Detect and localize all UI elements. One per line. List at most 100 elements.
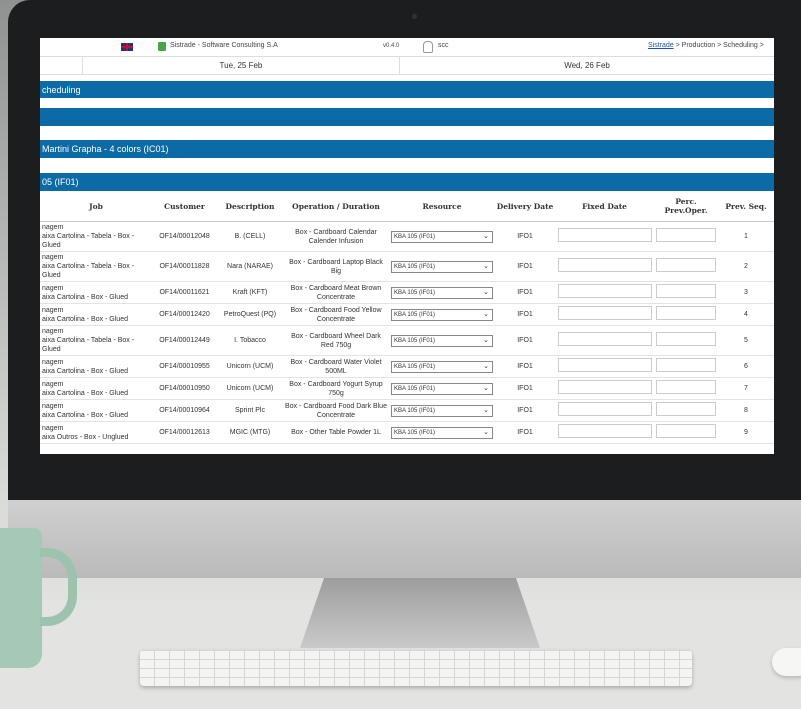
cell-customer: OF14/00011828 <box>152 251 217 282</box>
fixed-date-input[interactable] <box>557 258 652 272</box>
col-prev-seq[interactable]: Prev. Seq. <box>718 191 774 222</box>
col-description[interactable]: Description <box>217 191 283 222</box>
table-row[interactable]: nagem aixa Cartolina - Tabela - Box - Gl… <box>40 221 774 252</box>
resource-select[interactable]: KBA 105 (IF01) ⌄ <box>391 404 493 417</box>
date-wed: Wed, 26 Feb <box>564 61 610 70</box>
perc-prev-oper-input[interactable] <box>656 380 716 394</box>
cell-fixed-date <box>555 399 654 422</box>
perc-prev-oper-input[interactable] <box>656 402 716 416</box>
col-resource[interactable]: Resource <box>389 191 495 222</box>
resource-select-value: KBA 105 (IF01) <box>394 363 436 370</box>
perc-prev-oper-input[interactable] <box>656 332 716 346</box>
resource-select-value: KBA 105 (IF01) <box>394 311 436 318</box>
table-row[interactable]: nagem aixa Cartolina - Box - Glued OF14/0… <box>40 377 774 400</box>
mug <box>0 528 42 668</box>
cell-fixed-date <box>555 325 654 356</box>
user-icon[interactable] <box>423 41 433 53</box>
date-header: Tue, 25 Feb Wed, 26 Feb <box>40 57 774 75</box>
cell-perc-prev-oper <box>654 281 718 304</box>
uk-flag-icon[interactable] <box>121 43 133 51</box>
resource-select[interactable]: KBA 105 (IF01) ⌄ <box>391 260 493 273</box>
cell-operation: Box - Cardboard Yogurt Syrup 750g <box>283 377 389 400</box>
table-row[interactable]: nagem aixa Cartolina - Tabela - Box - Gl… <box>40 251 774 282</box>
table-row[interactable]: nagem aixa Cartolina - Tabela - Box - Gl… <box>40 325 774 356</box>
resource-select-value: KBA 105 (IF01) <box>394 407 436 414</box>
user-name[interactable]: scc <box>438 42 449 49</box>
chevron-down-icon: ⌄ <box>483 288 489 296</box>
fixed-date-input[interactable] <box>557 380 652 394</box>
perc-prev-oper-input[interactable] <box>656 358 716 372</box>
cell-resource: KBA 105 (IF01) ⌄ <box>389 325 495 356</box>
cell-fixed-date <box>555 303 654 326</box>
cell-operation: Box - Cardboard Food Dark Blue Concentra… <box>283 399 389 422</box>
cell-job: nagem aixa Cartolina - Tabela - Box - Gl… <box>40 251 152 282</box>
cell-delivery-date: IFO1 <box>495 325 555 356</box>
fixed-date-input[interactable] <box>557 424 652 438</box>
table-row[interactable]: nagem aixa Cartolina - Box - Glued OF14/0… <box>40 399 774 422</box>
perc-prev-oper-input[interactable] <box>656 424 716 438</box>
cell-perc-prev-oper <box>654 303 718 326</box>
perc-prev-oper-input[interactable] <box>656 306 716 320</box>
section-resource[interactable]: 05 (IF01) <box>40 173 774 191</box>
table-row[interactable]: nagem aixa Cartolina - Box - Glued OF14/0… <box>40 281 774 304</box>
fixed-date-input[interactable] <box>557 284 652 298</box>
cell-prev-seq: 5 <box>718 325 774 356</box>
perc-prev-oper-input[interactable] <box>656 228 716 242</box>
table-row[interactable]: nagem aixa Cartolina - Box - Glued OF14/0… <box>40 303 774 326</box>
col-job[interactable]: Job <box>40 191 152 222</box>
cell-perc-prev-oper <box>654 355 718 378</box>
col-delivery-date[interactable]: Delivery Date <box>495 191 555 222</box>
cell-delivery-date: IFO1 <box>495 421 555 444</box>
cell-description: I. Tobacco <box>217 325 283 356</box>
cell-resource: KBA 105 (IF01) ⌄ <box>389 303 495 326</box>
fixed-date-input[interactable] <box>557 228 652 242</box>
cell-customer: OF14/00012048 <box>152 221 217 252</box>
cell-job: nagem aixa Cartolina - Box - Glued <box>40 281 152 304</box>
cell-perc-prev-oper <box>654 421 718 444</box>
fixed-date-input[interactable] <box>557 332 652 346</box>
resource-select[interactable]: KBA 105 (IF01) ⌄ <box>391 360 493 373</box>
col-fixed-date[interactable]: Fixed Date <box>555 191 654 222</box>
table-row[interactable]: nagem aixa Cartolina - Box - Glued OF14/0… <box>40 355 774 378</box>
cell-fixed-date <box>555 281 654 304</box>
cell-job: nagem aixa Cartolina - Box - Glued <box>40 303 152 326</box>
resource-select[interactable]: KBA 105 (IF01) ⌄ <box>391 426 493 439</box>
chevron-down-icon: ⌄ <box>483 362 489 370</box>
cell-delivery-date: IFO1 <box>495 251 555 282</box>
top-bar: Sistrade - Software Consulting S.A v0.4.… <box>40 38 774 57</box>
cell-job: nagem aixa Cartolina - Box - Glued <box>40 355 152 378</box>
perc-prev-oper-input[interactable] <box>656 284 716 298</box>
resource-select[interactable]: KBA 105 (IF01) ⌄ <box>391 334 493 347</box>
cell-operation: Box - Cardboard Water Violet 500ML <box>283 355 389 378</box>
camera-icon <box>412 14 417 19</box>
col-customer[interactable]: Customer <box>152 191 217 222</box>
cell-prev-seq: 8 <box>718 399 774 422</box>
cell-delivery-date: IFO1 <box>495 303 555 326</box>
cell-customer: OF14/00010955 <box>152 355 217 378</box>
cell-resource: KBA 105 (IF01) ⌄ <box>389 281 495 304</box>
chevron-down-icon: ⌄ <box>483 406 489 414</box>
fixed-date-input[interactable] <box>557 402 652 416</box>
table-row[interactable]: nagem aixa Outros - Box - Unglued OF14/00… <box>40 421 774 444</box>
cell-delivery-date: IFO1 <box>495 399 555 422</box>
resource-select[interactable]: KBA 105 (IF01) ⌄ <box>391 382 493 395</box>
resource-select[interactable]: KBA 105 (IF01) ⌄ <box>391 230 493 243</box>
resource-select[interactable]: KBA 105 (IF01) ⌄ <box>391 308 493 321</box>
date-tue: Tue, 25 Feb <box>83 57 401 74</box>
resource-select[interactable]: KBA 105 (IF01) ⌄ <box>391 286 493 299</box>
cell-prev-seq: 7 <box>718 377 774 400</box>
cell-perc-prev-oper <box>654 251 718 282</box>
fixed-date-input[interactable] <box>557 358 652 372</box>
col-perc-prev-oper[interactable]: Perc. Prev.Oper. <box>654 191 718 222</box>
section-group[interactable] <box>40 108 774 126</box>
breadcrumb-home-link[interactable]: Sistrade <box>648 42 674 49</box>
cell-resource: KBA 105 (IF01) ⌄ <box>389 377 495 400</box>
section-machine[interactable]: Martini Grapha - 4 colors (IC01) <box>40 140 774 158</box>
perc-prev-oper-input[interactable] <box>656 258 716 272</box>
chevron-down-icon: ⌄ <box>483 428 489 436</box>
fixed-date-input[interactable] <box>557 306 652 320</box>
cell-operation: Box - Cardboard Calendar Calender Infusi… <box>283 221 389 252</box>
cell-operation: Box - Cardboard Meat Brown Concentrate <box>283 281 389 304</box>
section-scheduling[interactable]: cheduling <box>40 81 774 98</box>
col-operation[interactable]: Operation / Duration <box>283 191 389 222</box>
